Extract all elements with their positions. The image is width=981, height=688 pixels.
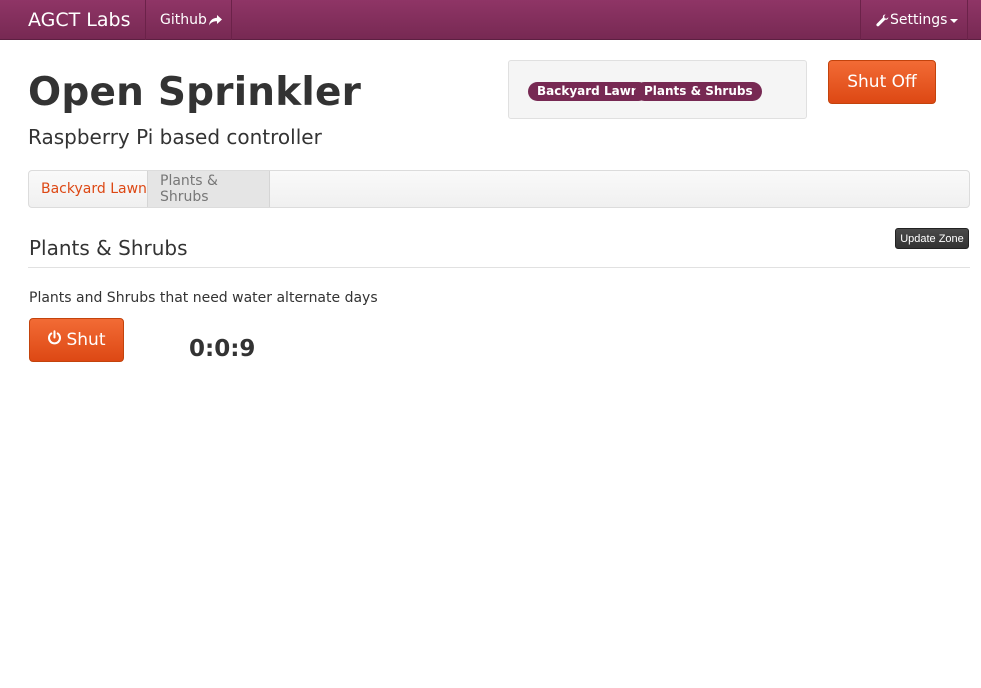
shut-zone-button[interactable]: Shut [29,318,124,362]
settings-label: Settings [890,12,948,28]
caret-down-icon [950,18,959,23]
wrench-icon [876,13,889,27]
section-divider [28,267,970,268]
page-subtitle: Raspberry Pi based controller [28,125,322,149]
zone-description: Plants and Shrubs that need water altern… [29,290,378,306]
shut-zone-label: Shut [66,330,106,350]
top-navbar: AGCT Labs Github Settings [0,0,981,40]
zone-badge-plants-shrubs: Plants & Shrubs [635,82,762,101]
tab-backyard-lawn[interactable]: Backyard Lawn [29,171,159,207]
power-icon [47,330,62,350]
update-zone-button[interactable]: Update Zone [895,228,969,249]
zone-tabs: Backyard Lawn Plants & Shrubs [28,170,970,208]
settings-dropdown[interactable]: Settings [860,0,968,40]
share-arrow-icon [208,14,223,27]
zone-badge-backyard-lawn: Backyard Lawn [528,82,649,101]
brand-link[interactable]: AGCT Labs [28,9,131,31]
tab-plants-shrubs[interactable]: Plants & Shrubs [147,171,270,207]
github-label: Github [160,12,207,28]
active-zones-panel: Backyard Lawn Plants & Shrubs [508,60,807,119]
page-title: Open Sprinkler [28,70,362,115]
zone-title: Plants & Shrubs [29,236,188,260]
shut-off-button[interactable]: Shut Off [828,60,936,104]
zone-timer: 0:0:9 [189,336,256,362]
github-link[interactable]: Github [145,0,232,40]
